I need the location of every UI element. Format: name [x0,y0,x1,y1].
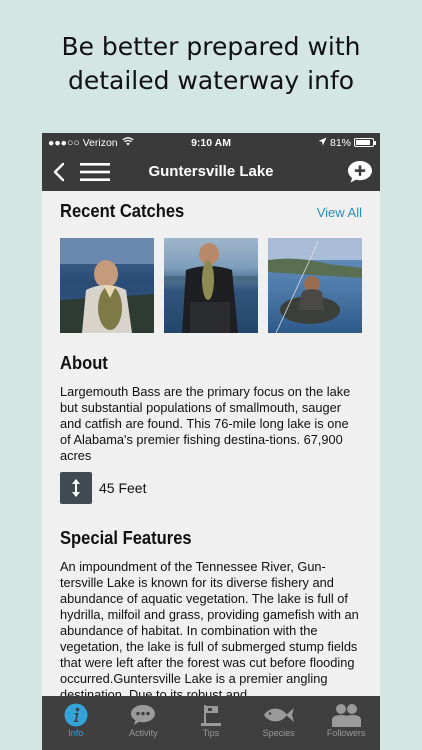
status-bar: ●●●○○ Verizon 9:10 AM 81% [42,133,380,152]
battery-percent: 81% [329,136,351,149]
catch-photos [60,238,362,333]
headline-line-1: Be better prepared with [61,32,361,61]
promo-headline: Be better prepared with detailed waterwa… [0,30,422,98]
people-icon [332,704,362,727]
tab-tips[interactable]: Tips [177,696,245,750]
carrier-label: ●●●○○ Verizon [48,136,118,149]
chevron-left-icon [53,162,65,181]
about-title: About [60,353,108,373]
tab-label: Info [68,728,84,738]
tab-label: Activity [129,728,158,738]
tab-label: Tips [202,728,220,738]
tab-activity[interactable]: Activity [110,696,178,750]
tab-label: Followers [326,728,366,738]
nav-bar: Guntersville Lake [42,152,380,191]
special-features-text: An impoundment of the Tennessee River, G… [60,559,359,696]
wifi-icon [121,136,134,149]
depth-value: 45 Feet [99,480,147,496]
menu-button[interactable] [76,152,114,191]
tab-bar: Info Activity Tips Species Followers [42,696,380,750]
tab-label: Species [262,728,295,738]
catch-photo[interactable] [164,238,258,333]
chat-bubble-icon [131,705,156,725]
back-button[interactable] [42,152,76,191]
tab-info[interactable]: Info [42,696,110,750]
catch-photo[interactable] [268,238,362,333]
add-post-button[interactable] [340,152,380,191]
hamburger-menu-icon [80,162,110,181]
battery-icon [354,138,376,147]
special-features-title: Special Features [60,528,192,548]
fish-icon [263,708,294,722]
headline-line-2: detailed waterway info [67,66,355,95]
about-text: Largemouth Bass are the primary focus on… [60,384,351,463]
view-all-link[interactable]: View All [317,205,362,220]
add-comment-icon [348,160,372,183]
tab-followers[interactable]: Followers [312,696,380,750]
depth-info: 45 Feet [60,472,362,504]
tab-species[interactable]: Species [245,696,313,750]
location-arrow-icon [318,137,327,149]
info-icon [64,703,88,727]
info-content[interactable]: Recent Catches View All About Largemouth… [42,191,380,696]
flag-icon [200,705,221,726]
catch-photo[interactable] [60,238,154,333]
recent-catches-title: Recent Catches [60,201,185,221]
phone-screen: ●●●○○ Verizon 9:10 AM 81% Guntersville L… [42,133,380,750]
depth-icon [60,472,92,504]
recent-catches-header: Recent Catches View All [60,201,362,222]
